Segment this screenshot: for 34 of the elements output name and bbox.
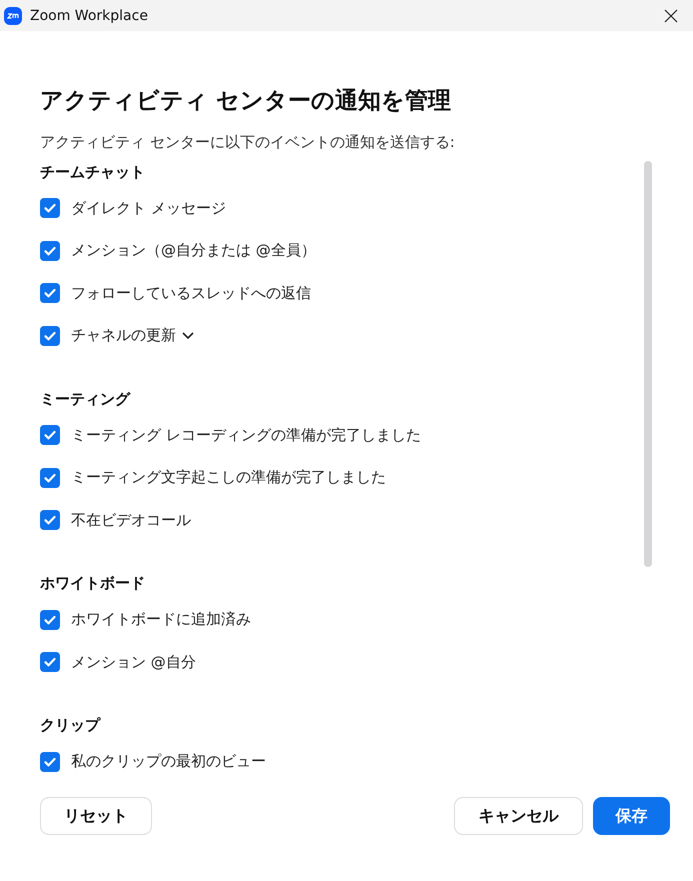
checkbox[interactable] [40,510,60,530]
section-heading: チームチャット [40,162,146,182]
checkbox[interactable] [40,283,60,304]
checkbox[interactable] [40,468,60,488]
reset-button[interactable]: リセット [40,797,152,835]
section-heading: ホワイトボード [40,573,146,594]
checkbox[interactable] [40,652,60,672]
checkbox[interactable] [40,240,60,261]
chevron-icon[interactable] [182,332,194,340]
window-title: Zoom Workplace [30,8,149,24]
checkbox[interactable] [40,610,60,630]
section-heading: クリップ [40,715,102,736]
checkbox-label: フォローしているスレッドへの返信 [71,284,311,303]
checkbox-label: 私のクリップの最初のビュー [71,752,266,772]
checkbox[interactable] [40,425,60,446]
section-heading: ミーティング [40,388,132,410]
dialog-heading: アクティビティ センターの通知を管理 [40,87,452,116]
intro-text: アクティビティ センターに以下のイベントの通知を送信する: [40,132,456,152]
checkbox-label: メンション（@自分または @全員） [71,241,316,260]
scrollbar[interactable] [644,161,652,567]
checkbox[interactable] [40,326,60,346]
checkbox[interactable] [40,198,60,218]
app-logo-icon [4,6,22,24]
checkbox-label: ダイレクト メッセージ [71,198,226,218]
cancel-button[interactable]: キャンセル [454,797,583,835]
checkbox-label: ミーティング文字起こしの準備が完了しました [71,468,386,488]
checkbox[interactable] [40,752,60,772]
checkbox-label: 不在ビデオコール [71,510,191,530]
checkbox-label: ミーティング レコーディングの準備が完了しました [71,426,421,445]
checkbox-label: チャネルの更新 [71,326,176,346]
save-button[interactable]: 保存 [593,797,670,835]
close-icon[interactable] [664,8,678,22]
checkbox-label: ホワイトボードに追加済み [71,610,251,630]
checkbox-label: メンション @自分 [71,652,196,672]
